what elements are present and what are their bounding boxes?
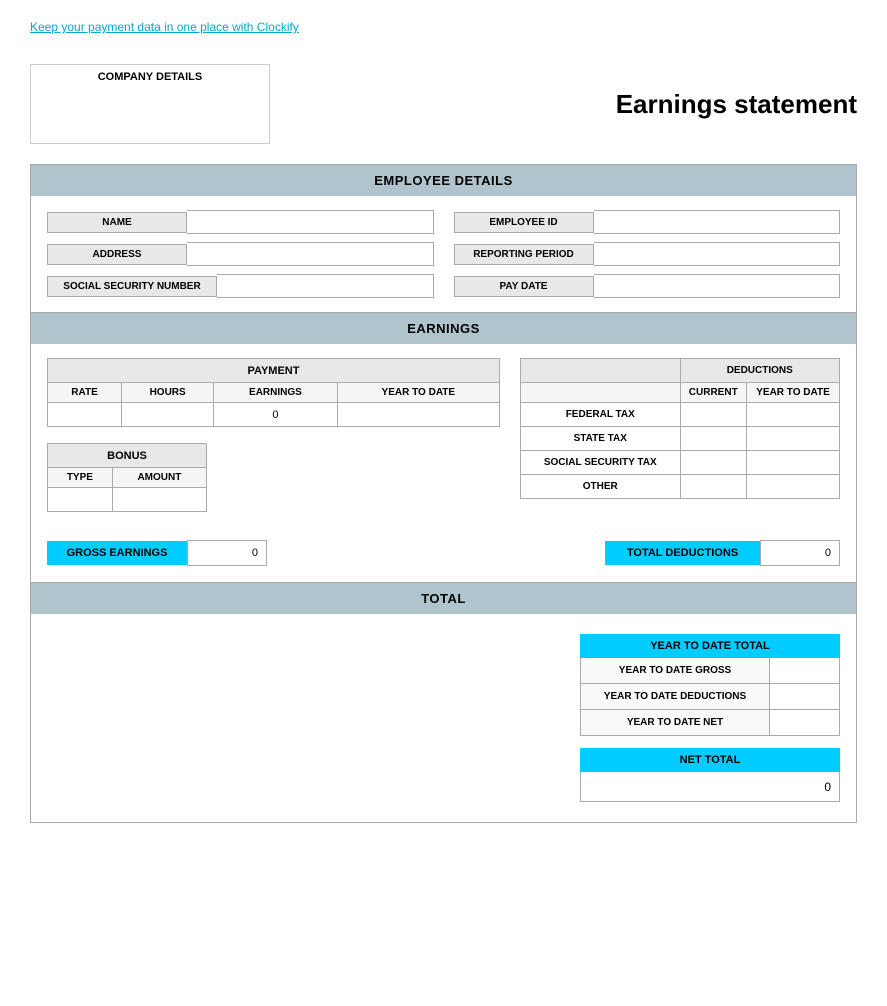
gross-earnings-value: 0 bbox=[187, 540, 267, 566]
state-tax-ytd bbox=[747, 427, 840, 451]
ytd-total-block: YEAR TO DATE TOTAL YEAR TO DATE GROSS YE… bbox=[580, 634, 840, 802]
payment-table: PAYMENT RATE HOURS EARNINGS YEAR TO DATE… bbox=[47, 358, 500, 427]
name-label: NAME bbox=[47, 212, 187, 233]
earnings-statement-title: Earnings statement bbox=[616, 89, 857, 120]
pay-date-field-row: PAY DATE bbox=[454, 274, 841, 298]
reporting-period-field-row: REPORTING PERIOD bbox=[454, 242, 841, 266]
address-field-row: ADDRESS bbox=[47, 242, 434, 266]
right-deductions: DEDUCTIONS CURRENT YEAR TO DATE FEDERAL … bbox=[520, 358, 840, 512]
address-input[interactable] bbox=[187, 242, 434, 266]
earnings-header: EARNINGS bbox=[31, 313, 856, 344]
deductions-table: DEDUCTIONS CURRENT YEAR TO DATE FEDERAL … bbox=[520, 358, 840, 499]
federal-tax-label: FEDERAL TAX bbox=[521, 403, 681, 427]
earnings-body: PAYMENT RATE HOURS EARNINGS YEAR TO DATE… bbox=[31, 344, 856, 526]
header-section: COMPANY DETAILS Earnings statement bbox=[30, 64, 857, 144]
bonus-row bbox=[48, 488, 207, 512]
deduction-row-other: OTHER bbox=[521, 475, 840, 499]
total-section: TOTAL YEAR TO DATE TOTAL YEAR TO DATE GR… bbox=[30, 582, 857, 823]
payment-table-header: PAYMENT bbox=[48, 359, 500, 383]
payment-col-ytd: YEAR TO DATE bbox=[337, 383, 499, 403]
other-ytd bbox=[747, 475, 840, 499]
social-security-tax-label: SOCIAL SECURITY TAX bbox=[521, 451, 681, 475]
deductions-col-label bbox=[521, 383, 681, 403]
deductions-col-current: CURRENT bbox=[680, 383, 747, 403]
total-body: YEAR TO DATE TOTAL YEAR TO DATE GROSS YE… bbox=[31, 614, 856, 822]
employee-id-input[interactable] bbox=[594, 210, 841, 234]
deductions-empty-header bbox=[521, 359, 681, 383]
payment-earnings-cell: 0 bbox=[214, 403, 337, 427]
social-security-current bbox=[680, 451, 747, 475]
deduction-row-state: STATE TAX bbox=[521, 427, 840, 451]
net-total-value: 0 bbox=[580, 772, 840, 802]
bonus-col-amount: AMOUNT bbox=[112, 468, 206, 488]
payment-col-hours: HOURS bbox=[122, 383, 214, 403]
ytd-gross-label: YEAR TO DATE GROSS bbox=[580, 658, 770, 684]
ytd-gross-row: YEAR TO DATE GROSS bbox=[580, 658, 840, 684]
address-label: ADDRESS bbox=[47, 244, 187, 265]
employee-grid: NAME ADDRESS SOCIAL SECURITY NUMBER EMPL… bbox=[47, 210, 840, 298]
ytd-gross-value bbox=[770, 658, 840, 684]
reporting-period-label: REPORTING PERIOD bbox=[454, 244, 594, 265]
payment-col-rate: RATE bbox=[48, 383, 122, 403]
employee-id-label: EMPLOYEE ID bbox=[454, 212, 594, 233]
deduction-row-social-security: SOCIAL SECURITY TAX bbox=[521, 451, 840, 475]
ssn-input[interactable] bbox=[217, 274, 434, 298]
employee-details-header: EMPLOYEE DETAILS bbox=[31, 165, 856, 196]
employee-id-field-row: EMPLOYEE ID bbox=[454, 210, 841, 234]
reporting-period-input[interactable] bbox=[594, 242, 841, 266]
bonus-amount-cell bbox=[112, 488, 206, 512]
clockify-link[interactable]: Keep your payment data in one place with… bbox=[30, 20, 857, 34]
employee-fields-right: EMPLOYEE ID REPORTING PERIOD PAY DATE bbox=[454, 210, 841, 298]
federal-tax-ytd bbox=[747, 403, 840, 427]
state-tax-current bbox=[680, 427, 747, 451]
bonus-type-cell bbox=[48, 488, 113, 512]
social-security-ytd bbox=[747, 451, 840, 475]
name-field-row: NAME bbox=[47, 210, 434, 234]
ssn-field-row: SOCIAL SECURITY NUMBER bbox=[47, 274, 434, 298]
pay-date-label: PAY DATE bbox=[454, 276, 594, 297]
total-deductions-label: TOTAL DEDUCTIONS bbox=[605, 541, 760, 565]
company-details-box: COMPANY DETAILS bbox=[30, 64, 270, 144]
total-deductions-group: TOTAL DEDUCTIONS 0 bbox=[605, 540, 840, 566]
payment-row: 0 bbox=[48, 403, 500, 427]
gross-earnings-label: GROSS EARNINGS bbox=[47, 541, 187, 565]
payment-ytd-cell bbox=[337, 403, 499, 427]
bonus-table: BONUS TYPE AMOUNT bbox=[47, 443, 207, 512]
state-tax-label: STATE TAX bbox=[521, 427, 681, 451]
deductions-table-header: DEDUCTIONS bbox=[680, 359, 840, 383]
payment-hours-cell bbox=[122, 403, 214, 427]
bonus-table-header: BONUS bbox=[48, 444, 207, 468]
pay-date-input[interactable] bbox=[594, 274, 841, 298]
earnings-section: EARNINGS PAYMENT RATE HOURS EARNINGS YEA… bbox=[30, 312, 857, 583]
bonus-col-type: TYPE bbox=[48, 468, 113, 488]
ytd-deductions-label: YEAR TO DATE DEDUCTIONS bbox=[580, 684, 770, 710]
company-details-label: COMPANY DETAILS bbox=[41, 71, 259, 83]
ytd-deductions-row: YEAR TO DATE DEDUCTIONS bbox=[580, 684, 840, 710]
total-header: TOTAL bbox=[31, 583, 856, 614]
deductions-col-ytd: YEAR TO DATE bbox=[747, 383, 840, 403]
ytd-net-value bbox=[770, 710, 840, 736]
ytd-total-header: YEAR TO DATE TOTAL bbox=[580, 634, 840, 658]
net-total-header: NET TOTAL bbox=[580, 748, 840, 772]
employee-fields-left: NAME ADDRESS SOCIAL SECURITY NUMBER bbox=[47, 210, 434, 298]
other-current bbox=[680, 475, 747, 499]
left-earnings: PAYMENT RATE HOURS EARNINGS YEAR TO DATE… bbox=[47, 358, 500, 512]
employee-details-section: EMPLOYEE DETAILS NAME ADDRESS SOCIAL SEC… bbox=[30, 164, 857, 313]
ytd-deductions-value bbox=[770, 684, 840, 710]
gross-earnings-group: GROSS EARNINGS 0 bbox=[47, 540, 267, 566]
ytd-net-label: YEAR TO DATE NET bbox=[580, 710, 770, 736]
deduction-row-federal: FEDERAL TAX bbox=[521, 403, 840, 427]
payment-col-earnings: EARNINGS bbox=[214, 383, 337, 403]
ytd-net-row: YEAR TO DATE NET bbox=[580, 710, 840, 736]
total-deductions-value: 0 bbox=[760, 540, 840, 566]
totals-bar: GROSS EARNINGS 0 TOTAL DEDUCTIONS 0 bbox=[31, 540, 856, 582]
federal-tax-current bbox=[680, 403, 747, 427]
name-input[interactable] bbox=[187, 210, 434, 234]
employee-details-body: NAME ADDRESS SOCIAL SECURITY NUMBER EMPL… bbox=[31, 196, 856, 312]
ssn-label: SOCIAL SECURITY NUMBER bbox=[47, 276, 217, 297]
payment-rate-cell bbox=[48, 403, 122, 427]
other-label: OTHER bbox=[521, 475, 681, 499]
